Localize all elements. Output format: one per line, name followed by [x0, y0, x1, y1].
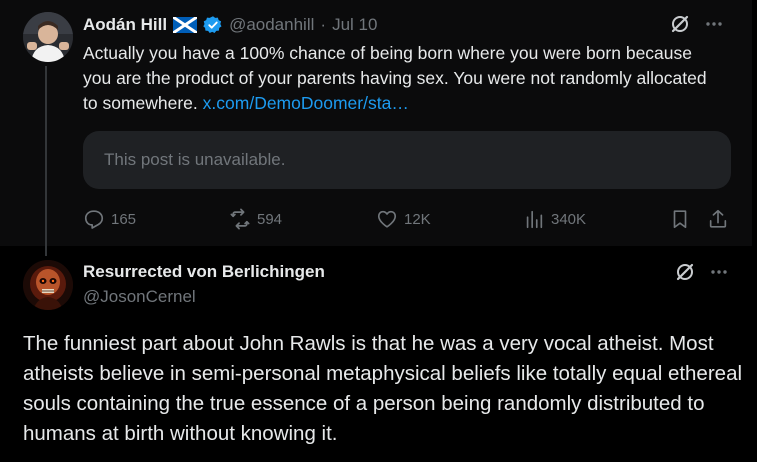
post-1-top-actions — [670, 14, 724, 34]
scotland-flag-icon — [173, 17, 198, 33]
verified-badge-icon[interactable] — [203, 15, 223, 35]
repost-button[interactable]: 594 — [229, 206, 282, 232]
author-handle-2[interactable]: @JosonCernel — [83, 287, 196, 307]
post-1-text: Actually you have a 100% chance of being… — [83, 41, 723, 116]
like-count: 12K — [404, 210, 431, 228]
post-2-text: The funniest part about John Rawls is th… — [23, 332, 743, 445]
avatar-resurrected-von-berlichingen[interactable] — [23, 260, 73, 310]
post-1[interactable]: Aodán Hill @aodanhill · Jul 10 Actually … — [0, 0, 752, 256]
share-button[interactable] — [707, 206, 729, 232]
analytics-icon — [523, 208, 545, 230]
unavailable-message: This post is unavailable. — [104, 150, 286, 169]
quoted-post-link[interactable]: x.com/DemoDoomer/sta… — [203, 93, 409, 113]
reply-icon — [83, 208, 105, 230]
post-2-top-actions — [675, 262, 729, 282]
post-1-header: Aodán Hill @aodanhill · Jul 10 — [83, 14, 377, 36]
grok-icon[interactable] — [675, 262, 695, 282]
separator-dot: · — [320, 15, 327, 34]
bookmark-button[interactable] — [669, 206, 691, 232]
repost-icon — [229, 208, 251, 230]
views-count: 340K — [551, 210, 587, 228]
repost-count: 594 — [257, 210, 283, 228]
quoted-post-unavailable[interactable]: This post is unavailable. — [83, 131, 731, 189]
bookmark-icon — [669, 208, 691, 230]
post-2-header: Resurrected von Berlichingen — [83, 262, 325, 282]
views-button[interactable]: 340K — [523, 206, 586, 232]
thread-connector-line — [45, 66, 47, 256]
like-button[interactable]: 12K — [376, 206, 431, 232]
more-options-icon[interactable] — [704, 14, 724, 34]
reply-count: 165 — [111, 210, 137, 228]
post-1-action-bar: 165 594 12K 340K — [83, 206, 733, 232]
reply-button[interactable]: 165 — [83, 206, 136, 232]
share-icon — [707, 208, 729, 230]
avatar-aodan-hill[interactable] — [23, 12, 73, 62]
post-date[interactable]: Jul 10 — [332, 15, 377, 35]
author-handle[interactable]: @aodanhill — [229, 15, 314, 35]
heart-icon — [376, 208, 398, 230]
author-name-2[interactable]: Resurrected von Berlichingen — [83, 262, 325, 281]
more-options-icon[interactable] — [709, 262, 729, 282]
grok-icon[interactable] — [670, 14, 690, 34]
author-name[interactable]: Aodán Hill — [83, 15, 167, 35]
